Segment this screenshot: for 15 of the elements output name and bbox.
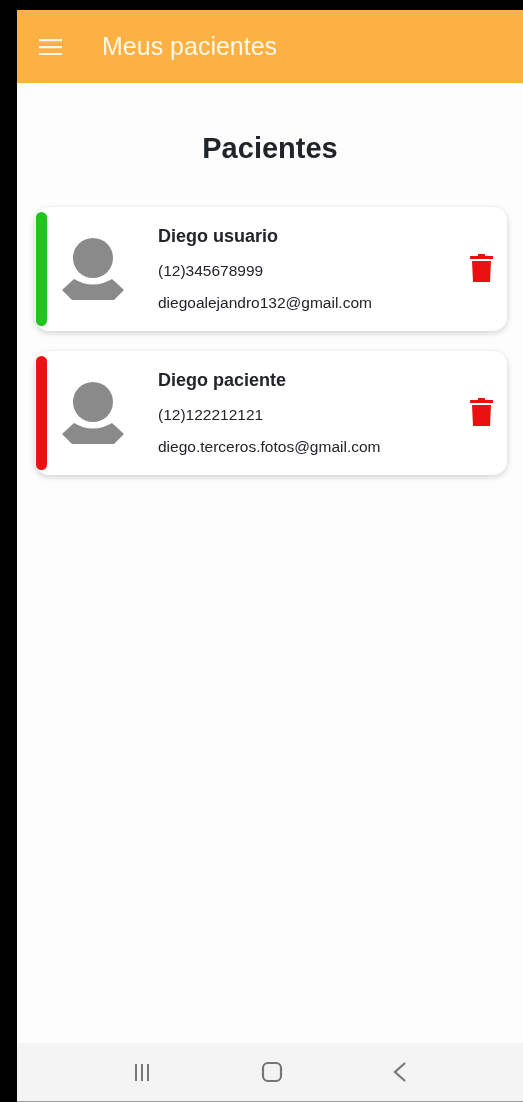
app-bar-title: Meus pacientes [102,30,278,62]
patient-name: Diego usuario [158,224,279,248]
patient-name: Diego paciente [158,368,288,392]
patient-email: diego.terceros.fotos@gmail.com [158,437,382,457]
patient-card[interactable]: Diego usuario (12)345678999 diegoalejandro132@gmail.com [35,206,507,331]
patient-phone: (12)345678999 [158,260,265,281]
page-title: Pacientes [201,131,339,166]
avatar-icon [62,381,124,444]
home-icon[interactable] [261,1061,283,1083]
patient-email: diegoalejandro132@gmail.com [158,293,373,313]
trash-icon[interactable] [470,398,493,427]
patient-phone: (12)122212121 [158,404,265,425]
patient-card[interactable]: Diego paciente (12)122212121 diego.terceros.fotos@gmail.com [35,350,507,475]
trash-icon[interactable] [470,254,493,283]
avatar-icon [62,237,124,300]
